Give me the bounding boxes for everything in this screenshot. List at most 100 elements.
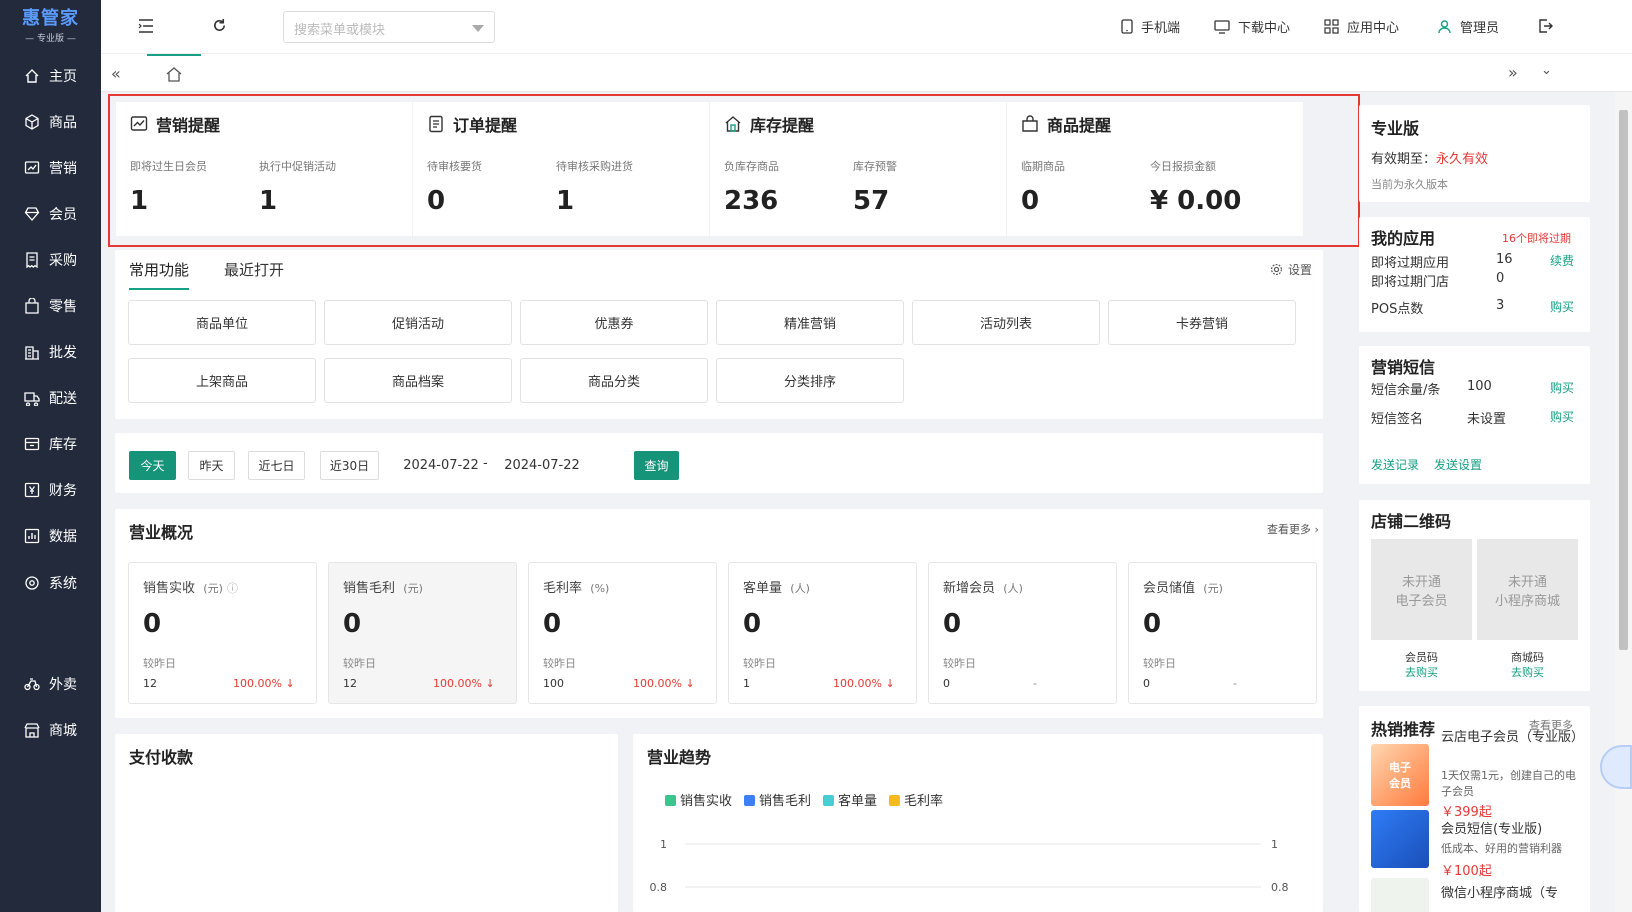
hot-item-3-name[interactable]: 微信小程序商城（专 — [1441, 882, 1558, 901]
function-button[interactable]: 活动列表 — [912, 300, 1100, 345]
product-image-member[interactable]: 电子 会员 — [1371, 744, 1429, 806]
filter-yesterday-button[interactable]: 昨天 — [188, 451, 235, 480]
tab-menu-chevron-icon[interactable]: ⌄ — [1541, 63, 1552, 78]
scroll-right-icon[interactable]: » — [1508, 63, 1518, 82]
function-button[interactable]: 分类排序 — [716, 358, 904, 403]
menu-search-input[interactable]: 搜索菜单或模块 — [283, 11, 495, 43]
mobile-link[interactable]: 手机端 — [1121, 17, 1180, 36]
help-icon: ⓘ — [227, 582, 239, 595]
sidebar-item-5[interactable]: 零售 — [0, 286, 101, 326]
page-scrollbar[interactable] — [1615, 92, 1632, 912]
logout-icon[interactable] — [1537, 18, 1553, 38]
legend-item[interactable]: 销售毛利 — [744, 794, 811, 809]
sidebar-item-label: 会员 — [49, 207, 77, 223]
start-date-input[interactable]: 2024-07-22 — [392, 451, 490, 480]
edition-title: 专业版 — [1371, 119, 1420, 138]
metric-change-pct: 100.00% ↓ — [633, 677, 695, 690]
query-button[interactable]: 查询 — [634, 451, 679, 480]
hot-item-1-name[interactable]: 云店电子会员（专业版） — [1441, 729, 1584, 747]
app-center-link[interactable]: 应用中心 — [1324, 17, 1399, 36]
bar-chart-icon — [24, 528, 40, 544]
tab-recently-opened[interactable]: 最近打开 — [224, 259, 284, 280]
filter-month-button[interactable]: 近30日 — [320, 451, 379, 480]
metric-card[interactable]: 毛利率 (%) 0 较昨日 100 100.00% ↓ — [528, 562, 717, 704]
sidebar-item-2[interactable]: 营销 — [0, 148, 101, 188]
sidebar-item-7[interactable]: 配送 — [0, 378, 101, 418]
legend-item[interactable]: 毛利率 — [889, 794, 943, 809]
sidebar-item-8[interactable]: 库存 — [0, 424, 101, 464]
sidebar-item-6[interactable]: 批发 — [0, 332, 101, 372]
home-tab[interactable] — [147, 54, 201, 92]
sidebar-item-label: 外卖 — [49, 677, 77, 693]
tab-common-functions[interactable]: 常用功能 — [129, 259, 190, 290]
sms-buy-link[interactable]: 购买 — [1550, 379, 1574, 396]
function-button[interactable]: 商品单位 — [128, 300, 316, 345]
product-image-sms[interactable] — [1371, 810, 1429, 868]
reminder-value-2[interactable]: 1 — [259, 186, 277, 216]
sms-buy-link[interactable]: 购买 — [1550, 408, 1574, 425]
sidebar-item-10[interactable]: 数据 — [0, 516, 101, 556]
store-qr-title: 店铺二维码 — [1371, 512, 1452, 531]
user-menu[interactable]: 管理员 — [1437, 17, 1499, 36]
refresh-icon[interactable] — [212, 18, 227, 37]
y-left-tick: 1 — [660, 838, 667, 851]
metric-card[interactable]: 会员储值 (元) 0 较昨日 0 - — [1128, 562, 1317, 704]
sidebar-item-0[interactable]: 主页 — [0, 56, 101, 96]
function-button[interactable]: 商品分类 — [520, 358, 708, 403]
sms-send-settings-link[interactable]: 发送设置 — [1434, 456, 1482, 473]
function-button[interactable]: 商品档案 — [324, 358, 512, 403]
end-date-input[interactable]: 2024-07-22 — [493, 451, 591, 480]
filter-today-button[interactable]: 今天 — [129, 451, 176, 480]
mall-qr-buy-link[interactable]: 去购买 — [1477, 664, 1578, 680]
apps-grid-icon — [1324, 19, 1339, 34]
sidebar-item-label: 零售 — [49, 299, 77, 315]
floating-service-icon[interactable] — [1600, 745, 1632, 789]
sms-send-records-link[interactable]: 发送记录 — [1371, 456, 1419, 473]
legend-item[interactable]: 销售实收 — [665, 794, 732, 809]
sidebar-item-4[interactable]: 采购 — [0, 240, 101, 280]
metric-card[interactable]: 新增会员 (人) 0 较昨日 0 - — [928, 562, 1117, 704]
overview-more-link[interactable]: 查看更多 › — [1267, 521, 1319, 537]
brand-logo[interactable]: 惠管家 — 专业版 — — [0, 0, 101, 44]
menu-toggle-icon[interactable] — [138, 19, 154, 37]
scroll-left-icon[interactable]: « — [111, 64, 121, 83]
chevron-down-icon[interactable] — [472, 25, 484, 32]
my-app-row-action[interactable]: 购买 — [1550, 298, 1574, 315]
reminder-value-1[interactable]: 1 — [130, 186, 148, 216]
store-qr-card: 店铺二维码 未开通 电子会员 未开通 小程序商城 会员码 去购买 商城码 去购买 — [1359, 500, 1590, 691]
product-reminder-card: 商品提醒 临期商品 0 今日报损金额 ¥ 0.00 — [1007, 102, 1303, 236]
metric-card[interactable]: 客单量 (人) 0 较昨日 1 100.00% ↓ — [728, 562, 917, 704]
metric-value: 0 — [743, 609, 762, 639]
reminder-value-1[interactable]: 236 — [724, 186, 778, 216]
reminder-value-1[interactable]: 0 — [1021, 186, 1039, 216]
sidebar-item-3[interactable]: 会员 — [0, 194, 101, 234]
sidebar-item-13[interactable]: 商城 — [0, 710, 101, 750]
reminder-value-2[interactable]: ¥ 0.00 — [1150, 186, 1241, 216]
reminder-title: 订单提醒 — [427, 112, 517, 136]
member-qr-buy-link[interactable]: 去购买 — [1371, 664, 1472, 680]
function-button[interactable]: 精准营销 — [716, 300, 904, 345]
function-button[interactable]: 促销活动 — [324, 300, 512, 345]
function-button[interactable]: 卡券营销 — [1108, 300, 1296, 345]
function-button[interactable]: 优惠券 — [520, 300, 708, 345]
scrollbar-thumb[interactable] — [1619, 110, 1628, 650]
functions-settings[interactable]: 设置 — [1270, 261, 1312, 278]
metric-change-pct: 100.00% ↓ — [433, 677, 495, 690]
reminder-value-2[interactable]: 57 — [853, 186, 889, 216]
filter-week-button[interactable]: 近七日 — [248, 451, 305, 480]
reminder-value-2[interactable]: 1 — [556, 186, 574, 216]
sidebar-item-9[interactable]: 财务 — [0, 470, 101, 510]
sidebar-item-1[interactable]: 商品 — [0, 102, 101, 142]
function-button[interactable]: 上架商品 — [128, 358, 316, 403]
metric-card[interactable]: 销售毛利 (元) 0 较昨日 12 100.00% ↓ — [328, 562, 517, 704]
my-app-row-action[interactable]: 续费 — [1550, 252, 1574, 269]
metric-card[interactable]: 销售实收 (元) ⓘ 0 较昨日 12 100.00% ↓ — [128, 562, 317, 704]
download-center-link[interactable]: 下载中心 — [1214, 17, 1290, 36]
sidebar-item-12[interactable]: 外卖 — [0, 664, 101, 704]
hot-item-2-name[interactable]: 会员短信(专业版) — [1441, 818, 1542, 837]
valid-value: 永久有效 — [1436, 152, 1489, 167]
product-image-mall[interactable] — [1371, 878, 1429, 912]
legend-item[interactable]: 客单量 — [823, 794, 877, 809]
sidebar-item-11[interactable]: 系统 — [0, 563, 101, 603]
reminder-value-1[interactable]: 0 — [427, 186, 445, 216]
